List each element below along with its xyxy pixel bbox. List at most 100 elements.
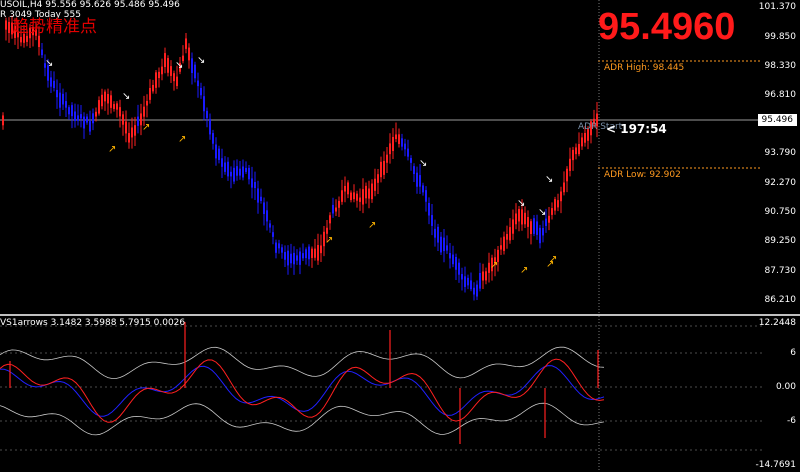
candle-body — [557, 200, 559, 208]
candle-body — [449, 253, 451, 259]
osc-lower-band — [0, 402, 605, 436]
candle-body — [434, 228, 436, 238]
oscillator-info: VS1arrows 3.1482 3.5988 5.7915 0.0026 — [0, 318, 186, 328]
candle-body — [464, 276, 466, 287]
candle-body — [77, 115, 79, 121]
candle-body — [131, 127, 133, 138]
price-tick: 99.850 — [764, 32, 797, 42]
candle-body — [101, 94, 103, 107]
candle-body — [359, 197, 361, 202]
candle-body — [62, 93, 64, 105]
candle-body — [482, 271, 484, 281]
candle-body — [374, 178, 376, 191]
candle-body — [542, 227, 544, 236]
candle-body — [512, 219, 514, 234]
candle-body — [380, 161, 382, 178]
candle-body — [533, 218, 535, 234]
candle-body — [365, 185, 367, 199]
candle-body — [119, 107, 121, 117]
candle-body — [221, 158, 223, 167]
candle-body — [320, 245, 322, 254]
sell-arrow-icon: ↘ — [545, 174, 553, 185]
candle-body — [326, 227, 328, 234]
price-tick: 96.810 — [764, 90, 797, 100]
candle-body — [404, 143, 406, 150]
candle-body — [164, 53, 166, 68]
candle-body — [536, 221, 538, 235]
candle-body — [215, 144, 217, 159]
candle-body — [104, 91, 106, 102]
candle-body — [239, 168, 241, 176]
candle-body — [347, 182, 349, 195]
candle-body — [473, 287, 475, 295]
buy-arrow-icon: ↗ — [108, 144, 116, 155]
candle-body — [173, 73, 175, 82]
candle-body — [431, 215, 433, 226]
price-tick: 86.210 — [764, 295, 797, 305]
candle-body — [572, 149, 574, 161]
candle-body — [230, 171, 232, 177]
candle-body — [290, 253, 292, 264]
candle-body — [224, 162, 226, 172]
candle-body — [134, 125, 136, 136]
candle-body — [302, 253, 304, 259]
candle-body — [155, 72, 157, 88]
candle-body — [353, 192, 355, 200]
candle-body — [257, 188, 259, 203]
candle-body — [272, 232, 274, 237]
oscillator-chart[interactable] — [0, 316, 800, 472]
buy-arrow-icon: ↗ — [142, 122, 150, 133]
osc-signal-line — [0, 365, 605, 417]
candle-body — [191, 58, 193, 74]
candle-body — [197, 80, 199, 87]
bar-timer: < 197:54 — [606, 122, 667, 136]
candle-body — [329, 215, 331, 224]
candle-body — [161, 66, 163, 75]
buy-arrow-icon: ↗ — [549, 254, 557, 265]
candle-body — [344, 185, 346, 192]
candle-body — [149, 87, 151, 100]
buy-arrow-icon: ↗ — [520, 265, 528, 276]
candle-body — [461, 274, 463, 280]
candle-body — [410, 158, 412, 163]
candle-body — [425, 190, 427, 202]
candle-body — [317, 244, 319, 261]
candle-body — [362, 189, 364, 205]
candle-body — [227, 161, 229, 177]
candle-body — [209, 118, 211, 135]
sell-arrow-icon: ↘ — [175, 60, 183, 71]
candle-body — [170, 66, 172, 76]
sell-arrow-icon: ↘ — [419, 158, 427, 169]
candle-body — [236, 166, 238, 176]
price-tick: 93.790 — [764, 148, 797, 158]
candle-body — [254, 182, 256, 189]
candle-body — [506, 234, 508, 240]
candle-body — [341, 190, 343, 202]
price-tick: 101.370 — [758, 2, 796, 12]
sell-arrow-icon: ↘ — [122, 91, 130, 102]
price-tick: 89.250 — [764, 236, 797, 246]
candle-body — [212, 133, 214, 144]
candle-body — [38, 35, 40, 48]
candle-body — [335, 207, 337, 212]
candle-body — [566, 168, 568, 182]
indicator-title: 趋势精准点 — [12, 17, 97, 37]
candle-body — [296, 255, 298, 261]
big-price-display: 95.4960 — [598, 6, 736, 48]
candle-body — [377, 174, 379, 183]
candle-body — [110, 95, 112, 108]
candle-body — [185, 38, 187, 49]
candle-body — [521, 209, 523, 225]
candle-body — [458, 262, 460, 275]
candle-body — [8, 21, 10, 34]
candle-body — [554, 199, 556, 211]
adr-high-label: ADR High: 98.445 — [604, 63, 685, 73]
candle-body — [419, 175, 421, 187]
candle-body — [503, 236, 505, 251]
candle-body — [551, 208, 553, 215]
candle-body — [83, 116, 85, 129]
candle-body — [530, 221, 532, 234]
candle-body — [395, 134, 397, 139]
candle-body — [314, 248, 316, 258]
candle-body — [287, 250, 289, 266]
